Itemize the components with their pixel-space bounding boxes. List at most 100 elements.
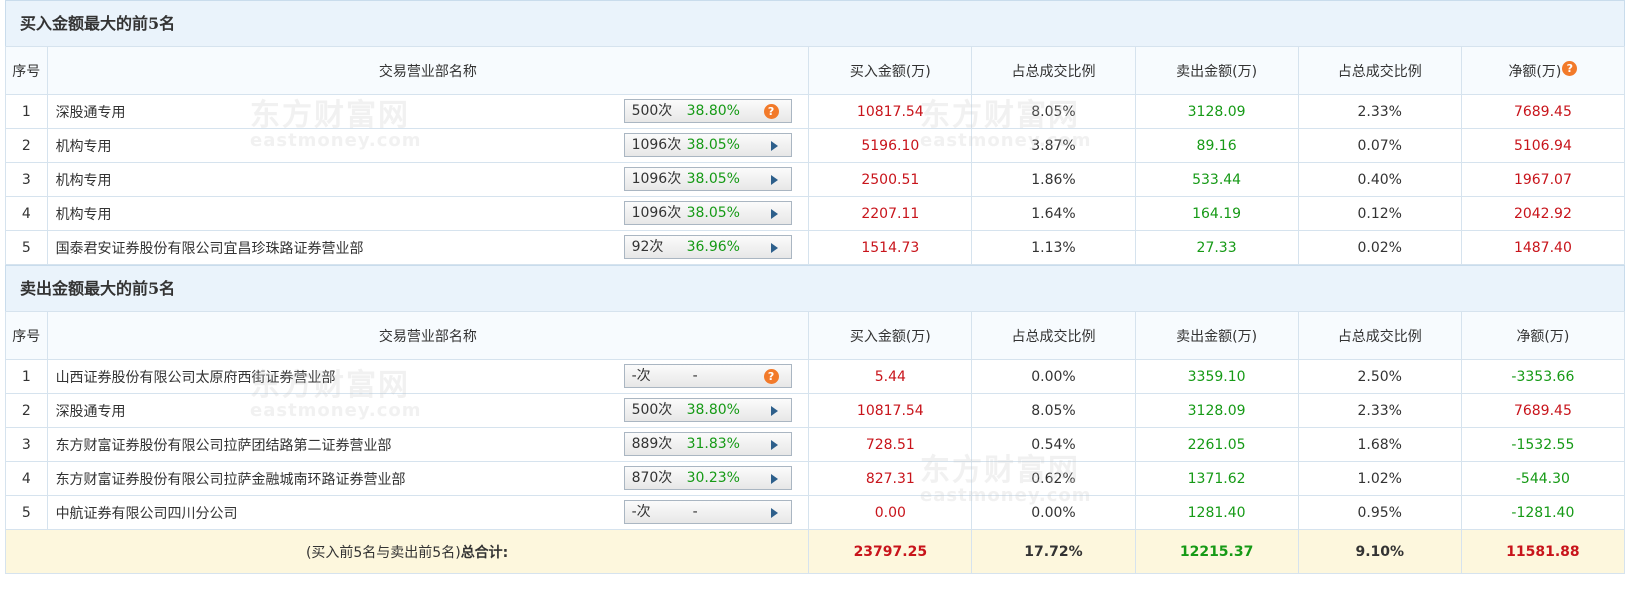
buy-top5-table: 序号 交易营业部名称 买入金额(万) 占总成交比例 卖出金额(万) 占总成交比例… (5, 46, 1626, 265)
dept-name: 东方财富证券股份有限公司拉萨金融城南环路证券营业部 (55, 471, 406, 488)
dept-cell: 深股通专用 500次 38.80%? (46, 94, 810, 129)
total-buy-pct: 17.72% (971, 529, 1136, 574)
row-index: 4 (5, 461, 48, 496)
total-label-bold: 总合计: (460, 544, 509, 561)
appearance-count: 1096次 (631, 137, 682, 153)
arrow-right-icon[interactable] (770, 209, 778, 219)
table-row: 2 深股通专用 500次 38.80% 10817.54 8.05% 3128.09 2.33… (5, 393, 1626, 428)
table-row: 1 深股通专用 500次 38.80%? 10817.54 8.05% 3128.09 2.3… (5, 94, 1626, 129)
success-rate: 30.23% (686, 470, 740, 486)
buy-ratio: 0.00% (971, 495, 1136, 530)
history-badge[interactable]: 1096次 38.05% (623, 201, 792, 225)
dept-name: 机构专用 (55, 172, 112, 189)
total-buy: 23797.25 (808, 529, 973, 574)
arrow-right-icon[interactable] (770, 508, 778, 518)
sell-ratio: 2.33% (1297, 94, 1462, 129)
arrow-right-icon[interactable] (770, 406, 778, 416)
history-badge[interactable]: 870次 30.23% (623, 466, 792, 490)
table-row: 3 机构专用 1096次 38.05% 2500.51 1.86% 533.44 0.40% 1… (5, 162, 1626, 197)
arrow-right-icon[interactable] (770, 243, 778, 253)
sell-ratio: 0.95% (1297, 495, 1462, 530)
net-amount: 1967.07 (1460, 162, 1626, 197)
table-row: 4 东方财富证券股份有限公司拉萨金融城南环路证券营业部 870次 30.23% 827.… (5, 461, 1626, 496)
history-badge[interactable]: 92次 36.96% (623, 235, 792, 259)
col-sell: 卖出金额(万) (1134, 311, 1299, 360)
history-badge[interactable]: -次 - (623, 500, 792, 524)
arrow-right-icon[interactable] (770, 440, 778, 450)
sell-amount: 164.19 (1134, 196, 1299, 231)
success-rate: - (692, 368, 698, 384)
buy-amount: 5.44 (808, 359, 973, 394)
buy-ratio: 1.86% (971, 162, 1136, 197)
buy-amount: 2500.51 (808, 162, 973, 197)
dept-name: 深股通专用 (55, 403, 126, 420)
row-index: 2 (5, 128, 48, 163)
col-sell-pct: 占总成交比例 (1297, 311, 1462, 360)
history-badge[interactable]: 889次 31.83% (623, 432, 792, 456)
row-index: 1 (5, 359, 48, 394)
net-amount: -544.30 (1460, 461, 1626, 496)
dept-name: 机构专用 (55, 138, 112, 155)
net-amount: 7689.45 (1460, 94, 1626, 129)
success-rate: 31.83% (686, 436, 740, 452)
question-icon[interactable]: ? (763, 369, 779, 384)
buy-amount: 728.51 (808, 427, 973, 462)
appearance-count: 870次 (631, 470, 673, 486)
sell-amount: 3128.09 (1134, 94, 1299, 129)
net-amount: 7689.45 (1460, 393, 1626, 428)
sell-amount: 533.44 (1134, 162, 1299, 197)
arrow-right-icon[interactable] (770, 175, 778, 185)
history-badge[interactable]: -次 -? (623, 364, 792, 388)
buy-amount: 1514.73 (808, 230, 973, 265)
success-rate: 38.80% (686, 402, 740, 418)
col-sell: 卖出金额(万) (1134, 46, 1299, 95)
net-amount: 5106.94 (1460, 128, 1626, 163)
row-index: 4 (5, 196, 48, 231)
total-label-prefix: (买入前5名与卖出前5名) (305, 544, 461, 561)
col-net-label: 净额(万) (1508, 63, 1562, 80)
question-icon[interactable]: ? (1562, 60, 1578, 76)
arrow-right-icon[interactable] (770, 474, 778, 484)
buy-amount: 10817.54 (808, 393, 973, 428)
history-badge[interactable]: 500次 38.80%? (623, 99, 792, 123)
buy-amount: 2207.11 (808, 196, 973, 231)
total-sell-pct: 9.10% (1297, 529, 1462, 574)
dept-cell: 山西证券股份有限公司太原府西街证券营业部 -次 -? (46, 359, 810, 394)
buy-ratio: 1.64% (971, 196, 1136, 231)
total-label: (买入前5名与卖出前5名)总合计: (4, 529, 810, 574)
dept-cell: 机构专用 1096次 38.05% (46, 196, 810, 231)
history-badge[interactable]: 1096次 38.05% (623, 167, 792, 191)
dept-cell: 深股通专用 500次 38.80% (46, 393, 810, 428)
dragon-tiger-board: 买入金额最大的前5名 序号 交易营业部名称 买入金额(万) 占总成交比例 卖出金… (4, 0, 1626, 574)
history-badge[interactable]: 500次 38.80% (623, 398, 792, 422)
col-net: 净额(万) (1460, 311, 1626, 360)
col-net: 净额(万)? (1460, 46, 1626, 95)
history-badge[interactable]: 1096次 38.05% (623, 133, 792, 157)
success-rate: - (692, 504, 698, 520)
row-index: 5 (5, 230, 48, 265)
col-buy-pct: 占总成交比例 (971, 311, 1136, 360)
net-amount: -3353.66 (1460, 359, 1626, 394)
success-rate: 36.96% (686, 239, 740, 255)
appearance-count: 889次 (631, 436, 673, 452)
net-amount: -1281.40 (1460, 495, 1626, 530)
question-icon[interactable]: ? (763, 104, 779, 119)
buy-amount: 10817.54 (808, 94, 973, 129)
success-rate: 38.05% (686, 137, 740, 153)
buy-ratio: 0.54% (971, 427, 1136, 462)
sell-amount: 3128.09 (1134, 393, 1299, 428)
buy-table-body: 1 深股通专用 500次 38.80%? 10817.54 8.05% 3128.09 2.3… (5, 94, 1626, 265)
sell-ratio: 0.07% (1297, 128, 1462, 163)
sell-ratio: 2.33% (1297, 393, 1462, 428)
col-dept: 交易营业部名称 (46, 46, 810, 95)
buy-amount: 0.00 (808, 495, 973, 530)
dept-cell: 中航证券有限公司四川分公司 -次 - (46, 495, 810, 530)
col-buy: 买入金额(万) (808, 46, 973, 95)
total-row: (买入前5名与卖出前5名)总合计: 23797.25 17.72% 12215.… (4, 529, 1626, 574)
row-index: 3 (5, 162, 48, 197)
arrow-right-icon[interactable] (770, 141, 778, 151)
net-amount: 2042.92 (1460, 196, 1626, 231)
table-row: 5 国泰君安证券股份有限公司宜昌珍珠路证券营业部 92次 36.96% 1514.73 1… (5, 230, 1626, 265)
col-sell-pct: 占总成交比例 (1297, 46, 1462, 95)
sell-amount: 2261.05 (1134, 427, 1299, 462)
